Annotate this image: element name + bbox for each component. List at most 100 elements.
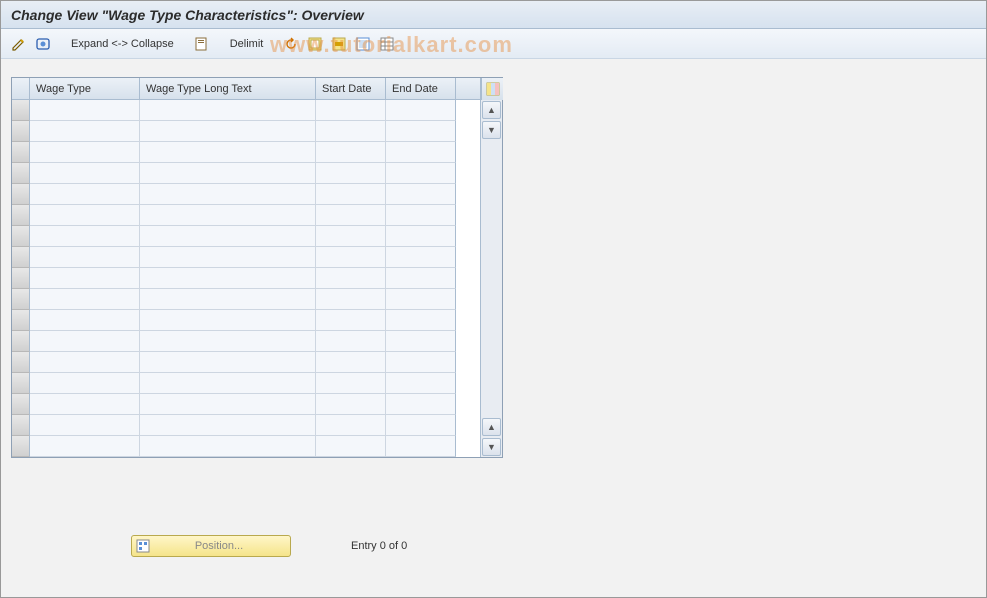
select-block-icon[interactable]: [329, 34, 349, 54]
cell-start-date[interactable]: [316, 268, 386, 289]
row-selector[interactable]: [12, 289, 30, 310]
col-header-wage-type-long-text[interactable]: Wage Type Long Text: [140, 78, 316, 99]
cell-start-date[interactable]: [316, 226, 386, 247]
cell-wage-type[interactable]: [30, 373, 140, 394]
cell-wage-type-long-text[interactable]: [140, 436, 316, 457]
cell-end-date[interactable]: [386, 352, 456, 373]
row-selector[interactable]: [12, 121, 30, 142]
new-entries-icon[interactable]: [192, 34, 212, 54]
col-header-end-date[interactable]: End Date: [386, 78, 456, 99]
cell-start-date[interactable]: [316, 121, 386, 142]
cell-wage-type-long-text[interactable]: [140, 100, 316, 121]
cell-wage-type[interactable]: [30, 352, 140, 373]
cell-end-date[interactable]: [386, 121, 456, 142]
cell-wage-type[interactable]: [30, 415, 140, 436]
expand-collapse-button[interactable]: Expand <-> Collapse: [67, 38, 178, 50]
row-selector[interactable]: [12, 394, 30, 415]
cell-wage-type[interactable]: [30, 247, 140, 268]
cell-end-date[interactable]: [386, 310, 456, 331]
cell-start-date[interactable]: [316, 100, 386, 121]
cell-end-date[interactable]: [386, 247, 456, 268]
cell-wage-type-long-text[interactable]: [140, 415, 316, 436]
position-button[interactable]: Position...: [131, 535, 291, 557]
cell-end-date[interactable]: [386, 373, 456, 394]
cell-start-date[interactable]: [316, 247, 386, 268]
cell-wage-type[interactable]: [30, 184, 140, 205]
cell-end-date[interactable]: [386, 163, 456, 184]
row-selector[interactable]: [12, 226, 30, 247]
cell-start-date[interactable]: [316, 415, 386, 436]
cell-wage-type-long-text[interactable]: [140, 268, 316, 289]
scroll-down-button[interactable]: ▼: [482, 438, 501, 456]
cell-end-date[interactable]: [386, 394, 456, 415]
cell-wage-type[interactable]: [30, 163, 140, 184]
delimit-button[interactable]: Delimit: [226, 38, 268, 50]
cell-start-date[interactable]: [316, 436, 386, 457]
cell-start-date[interactable]: [316, 184, 386, 205]
cell-wage-type-long-text[interactable]: [140, 247, 316, 268]
cell-end-date[interactable]: [386, 415, 456, 436]
row-selector[interactable]: [12, 436, 30, 457]
cell-wage-type-long-text[interactable]: [140, 373, 316, 394]
scroll-page-down-button[interactable]: ▲: [482, 418, 501, 436]
col-header-start-date[interactable]: Start Date: [316, 78, 386, 99]
cell-start-date[interactable]: [316, 373, 386, 394]
cell-start-date[interactable]: [316, 331, 386, 352]
cell-wage-type[interactable]: [30, 289, 140, 310]
scroll-track[interactable]: [481, 140, 502, 417]
cell-start-date[interactable]: [316, 352, 386, 373]
row-selector[interactable]: [12, 100, 30, 121]
cell-end-date[interactable]: [386, 100, 456, 121]
cell-end-date[interactable]: [386, 142, 456, 163]
cell-end-date[interactable]: [386, 436, 456, 457]
cell-wage-type-long-text[interactable]: [140, 310, 316, 331]
cell-wage-type[interactable]: [30, 226, 140, 247]
table-settings-icon[interactable]: [377, 34, 397, 54]
select-all-icon[interactable]: [305, 34, 325, 54]
row-selector-header[interactable]: [12, 78, 30, 99]
cell-wage-type-long-text[interactable]: [140, 184, 316, 205]
cell-end-date[interactable]: [386, 205, 456, 226]
cell-wage-type[interactable]: [30, 436, 140, 457]
cell-wage-type-long-text[interactable]: [140, 289, 316, 310]
cell-end-date[interactable]: [386, 184, 456, 205]
cell-wage-type[interactable]: [30, 121, 140, 142]
cell-wage-type[interactable]: [30, 100, 140, 121]
undo-icon[interactable]: [281, 34, 301, 54]
row-selector[interactable]: [12, 268, 30, 289]
other-view-icon[interactable]: [33, 34, 53, 54]
cell-start-date[interactable]: [316, 163, 386, 184]
cell-wage-type[interactable]: [30, 310, 140, 331]
cell-wage-type-long-text[interactable]: [140, 394, 316, 415]
cell-wage-type[interactable]: [30, 205, 140, 226]
cell-wage-type[interactable]: [30, 331, 140, 352]
cell-wage-type[interactable]: [30, 142, 140, 163]
deselect-all-icon[interactable]: [353, 34, 373, 54]
configure-columns-icon[interactable]: [481, 78, 503, 100]
row-selector[interactable]: [12, 331, 30, 352]
row-selector[interactable]: [12, 163, 30, 184]
cell-wage-type-long-text[interactable]: [140, 163, 316, 184]
cell-start-date[interactable]: [316, 310, 386, 331]
cell-wage-type[interactable]: [30, 268, 140, 289]
cell-wage-type-long-text[interactable]: [140, 142, 316, 163]
row-selector[interactable]: [12, 352, 30, 373]
row-selector[interactable]: [12, 415, 30, 436]
cell-end-date[interactable]: [386, 226, 456, 247]
cell-end-date[interactable]: [386, 268, 456, 289]
cell-start-date[interactable]: [316, 205, 386, 226]
cell-wage-type-long-text[interactable]: [140, 352, 316, 373]
row-selector[interactable]: [12, 205, 30, 226]
cell-end-date[interactable]: [386, 331, 456, 352]
scroll-page-up-button[interactable]: ▼: [482, 121, 501, 139]
row-selector[interactable]: [12, 184, 30, 205]
row-selector[interactable]: [12, 247, 30, 268]
row-selector[interactable]: [12, 310, 30, 331]
change-icon[interactable]: [9, 34, 29, 54]
col-header-wage-type[interactable]: Wage Type: [30, 78, 140, 99]
cell-wage-type-long-text[interactable]: [140, 205, 316, 226]
scroll-up-button[interactable]: ▲: [482, 101, 501, 119]
row-selector[interactable]: [12, 373, 30, 394]
cell-start-date[interactable]: [316, 394, 386, 415]
row-selector[interactable]: [12, 142, 30, 163]
